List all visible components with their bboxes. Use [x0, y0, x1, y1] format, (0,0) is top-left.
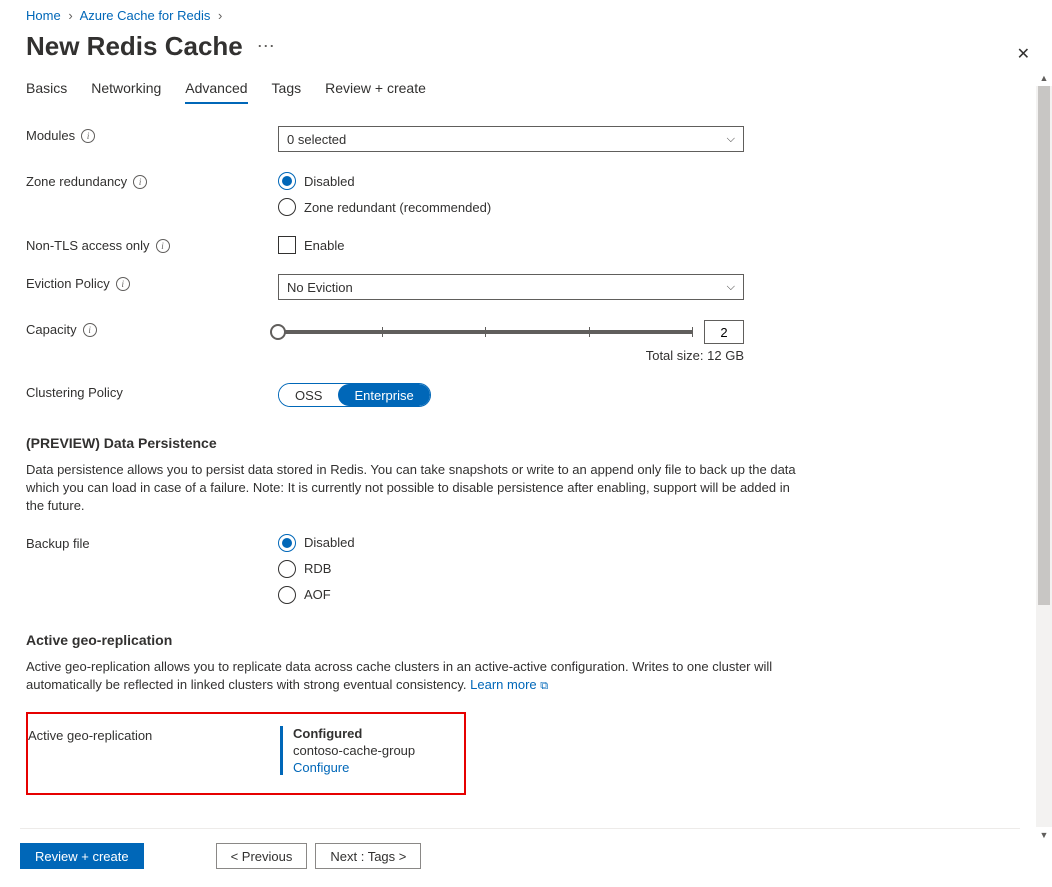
- more-icon[interactable]: ⋯: [257, 36, 276, 57]
- next-button[interactable]: Next : Tags >: [315, 843, 421, 869]
- breadcrumb: Home › Azure Cache for Redis ›: [26, 8, 1026, 23]
- eviction-policy-label: Eviction Policy: [26, 276, 110, 291]
- radio-icon: [278, 534, 296, 552]
- checkbox-icon: [278, 236, 296, 254]
- info-icon[interactable]: i: [116, 277, 130, 291]
- toggle-enterprise[interactable]: Enterprise: [338, 384, 429, 406]
- radio-backup-disabled[interactable]: Disabled: [278, 534, 1026, 552]
- external-link-icon: ⧉: [540, 680, 548, 692]
- eviction-value: No Eviction: [287, 280, 353, 295]
- footer-actions: Review + create < Previous Next : Tags >: [20, 828, 1020, 869]
- geo-replication-highlight: Active geo-replication Configured contos…: [26, 712, 466, 795]
- capacity-input[interactable]: [704, 320, 744, 344]
- geo-status: Configured contoso-cache-group Configure: [280, 726, 415, 775]
- radio-icon: [278, 586, 296, 604]
- modules-value: 0 selected: [287, 132, 346, 147]
- modules-dropdown[interactable]: 0 selected ⌵: [278, 126, 744, 152]
- radio-backup-rdb[interactable]: RDB: [278, 560, 1026, 578]
- geo-status-group: contoso-cache-group: [293, 743, 415, 758]
- scrollbar[interactable]: ▲ ▼: [1036, 86, 1052, 827]
- radio-icon: [278, 172, 296, 190]
- tab-review-create[interactable]: Review + create: [325, 80, 426, 104]
- checkbox-non-tls-enable[interactable]: Enable: [278, 236, 1026, 254]
- radio-label: Disabled: [304, 174, 355, 189]
- review-create-button[interactable]: Review + create: [20, 843, 144, 869]
- geo-configure-link[interactable]: Configure: [293, 760, 349, 775]
- chevron-right-icon: ›: [218, 8, 222, 23]
- page-title: New Redis Cache: [26, 31, 243, 62]
- radio-backup-aof[interactable]: AOF: [278, 586, 1026, 604]
- info-icon[interactable]: i: [81, 129, 95, 143]
- scroll-up-icon[interactable]: ▲: [1036, 70, 1052, 86]
- radio-zone-disabled[interactable]: Disabled: [278, 172, 1026, 190]
- radio-label: Disabled: [304, 535, 355, 550]
- radio-icon: [278, 560, 296, 578]
- geo-status-state: Configured: [293, 726, 415, 741]
- section-geo-title: Active geo-replication: [26, 632, 1026, 648]
- chevron-right-icon: ›: [68, 8, 72, 23]
- clustering-policy-label: Clustering Policy: [26, 385, 123, 400]
- tab-tags[interactable]: Tags: [272, 80, 302, 104]
- chevron-down-icon: ⌵: [727, 281, 735, 294]
- total-size-label: Total size: 12 GB: [278, 348, 744, 363]
- zone-redundancy-label: Zone redundancy: [26, 174, 127, 189]
- tab-advanced[interactable]: Advanced: [185, 80, 247, 104]
- modules-label: Modules: [26, 128, 75, 143]
- active-geo-label: Active geo-replication: [28, 726, 280, 775]
- info-icon[interactable]: i: [156, 239, 170, 253]
- tab-networking[interactable]: Networking: [91, 80, 161, 104]
- eviction-policy-dropdown[interactable]: No Eviction ⌵: [278, 274, 744, 300]
- radio-zone-redundant[interactable]: Zone redundant (recommended): [278, 198, 1026, 216]
- previous-button[interactable]: < Previous: [216, 843, 308, 869]
- info-icon[interactable]: i: [83, 323, 97, 337]
- close-icon: ✕: [1017, 46, 1030, 63]
- section-geo-desc: Active geo-replication allows you to rep…: [26, 658, 796, 695]
- slider-thumb[interactable]: [270, 324, 286, 340]
- radio-label: RDB: [304, 561, 331, 576]
- chevron-down-icon: ⌵: [727, 133, 735, 146]
- breadcrumb-home[interactable]: Home: [26, 8, 61, 23]
- scroll-down-icon[interactable]: ▼: [1036, 827, 1052, 843]
- capacity-label: Capacity: [26, 322, 77, 337]
- radio-label: Zone redundant (recommended): [304, 200, 491, 215]
- backup-file-label: Backup file: [26, 536, 90, 551]
- scrollbar-thumb[interactable]: [1038, 86, 1050, 605]
- clustering-policy-toggle: OSS Enterprise: [278, 383, 431, 407]
- tab-basics[interactable]: Basics: [26, 80, 67, 104]
- radio-label: AOF: [304, 587, 331, 602]
- capacity-slider[interactable]: [278, 330, 692, 334]
- info-icon[interactable]: i: [133, 175, 147, 189]
- radio-icon: [278, 198, 296, 216]
- non-tls-label: Non-TLS access only: [26, 238, 150, 253]
- section-persistence-title: (PREVIEW) Data Persistence: [26, 435, 1026, 451]
- section-persistence-desc: Data persistence allows you to persist d…: [26, 461, 796, 516]
- learn-more-link[interactable]: Learn more ⧉: [470, 677, 548, 692]
- checkbox-label: Enable: [304, 238, 344, 253]
- breadcrumb-azure-cache[interactable]: Azure Cache for Redis: [80, 8, 211, 23]
- close-button[interactable]: ✕: [1017, 44, 1030, 64]
- tabs: Basics Networking Advanced Tags Review +…: [26, 80, 1026, 104]
- toggle-oss[interactable]: OSS: [279, 384, 338, 406]
